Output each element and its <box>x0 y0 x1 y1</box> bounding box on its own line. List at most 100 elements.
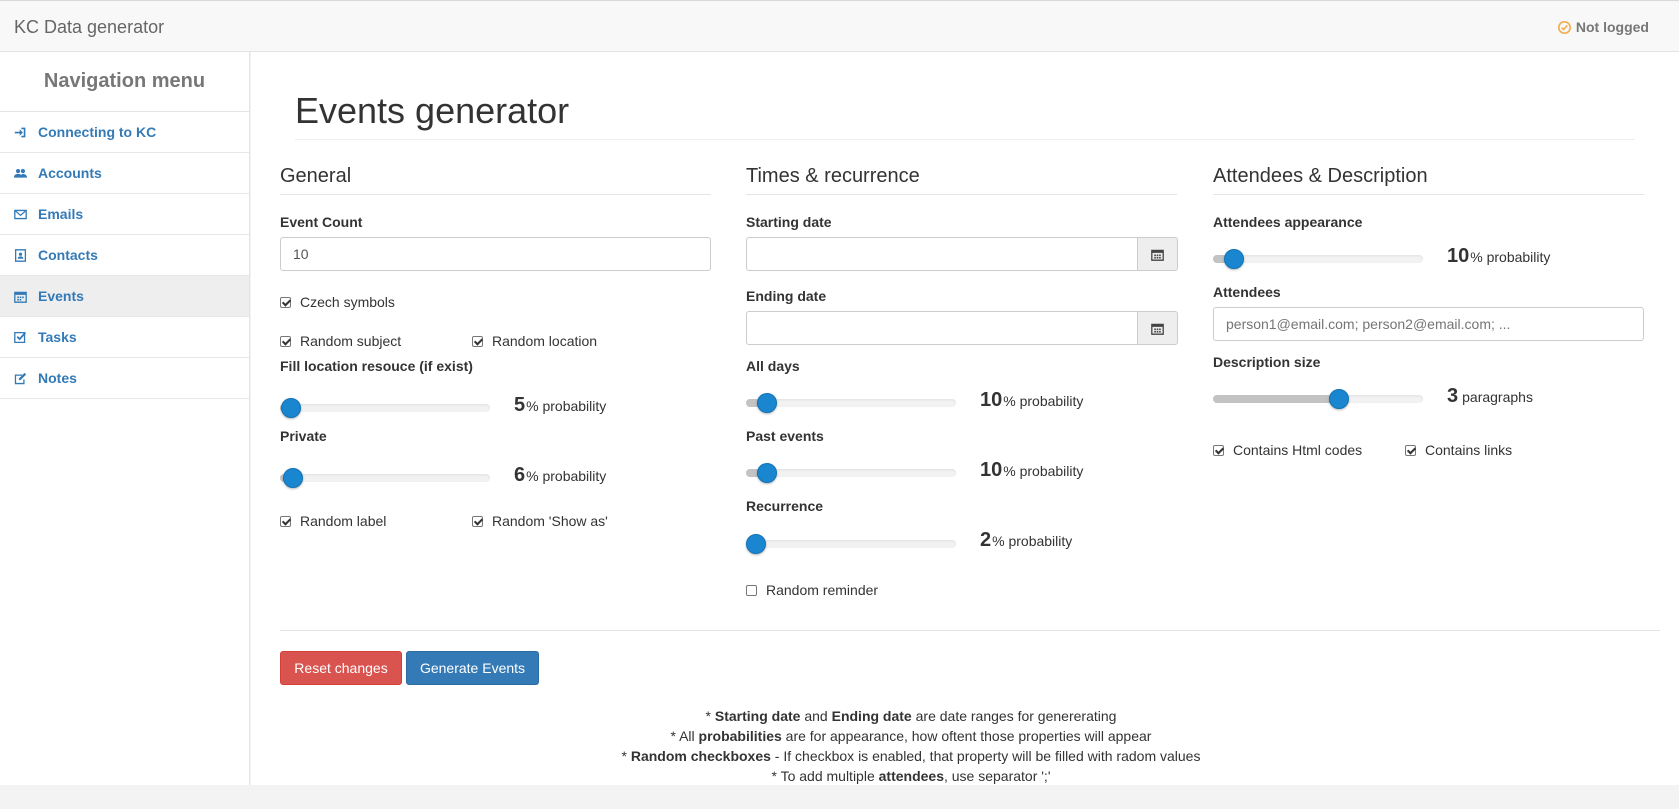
calendar-icon <box>1151 249 1164 261</box>
value-unit: % probability <box>1003 463 1084 479</box>
checkbox-label: Czech symbols <box>300 294 395 310</box>
sidebar-item-connecting[interactable]: Connecting to KC <box>0 112 249 153</box>
general-section: General <box>280 165 711 214</box>
random-subject-checkbox[interactable]: Random subject <box>280 333 401 349</box>
all-days-slider[interactable] <box>746 393 956 413</box>
checkbox-box[interactable] <box>746 584 757 596</box>
checkbox-box[interactable] <box>280 335 291 347</box>
attendees-appearance-slider[interactable] <box>1213 249 1423 269</box>
recurrence-value: 2% probability <box>980 529 1072 552</box>
checkbox-box[interactable] <box>280 515 291 527</box>
checkbox-box[interactable] <box>472 335 483 347</box>
fill-location-value: 5% probability <box>514 394 606 417</box>
slider-handle[interactable] <box>280 398 301 418</box>
reset-changes-button[interactable]: Reset changes <box>280 651 402 685</box>
calendar-icon <box>1151 323 1164 335</box>
description-size-value: 3 paragraphs <box>1447 385 1533 408</box>
sidebar-item-events[interactable]: Events <box>0 276 249 317</box>
checkbox-box[interactable] <box>472 515 483 527</box>
actions-divider <box>280 630 1660 631</box>
description-size-slider[interactable] <box>1213 389 1423 409</box>
slider-handle[interactable] <box>1224 249 1244 269</box>
sidebar-title: Navigation menu <box>0 52 249 112</box>
event-count-input[interactable] <box>280 237 711 271</box>
sidebar-item-notes[interactable]: Notes <box>0 358 249 399</box>
note-line: * Random checkboxes - If checkbox is ena… <box>621 748 1201 764</box>
starting-date-input[interactable] <box>746 237 1138 271</box>
check-circle-icon <box>1557 20 1571 34</box>
contains-links-checkbox[interactable]: Contains links <box>1405 442 1512 458</box>
random-reminder-checkbox[interactable]: Random reminder <box>746 582 878 598</box>
czech-symbols-checkbox[interactable]: Czech symbols <box>280 294 395 310</box>
starting-date-picker-button[interactable] <box>1138 237 1178 271</box>
main-content: Events generator General Event Count Cze… <box>251 52 1679 785</box>
times-heading: Times & recurrence <box>746 165 1177 195</box>
value-unit: % probability <box>526 468 607 484</box>
note-line: * To add multiple attendees, use separat… <box>771 768 1051 784</box>
checkbox-label: Random reminder <box>766 582 879 598</box>
past-events-slider[interactable] <box>746 463 956 483</box>
private-value: 6% probability <box>514 464 606 487</box>
check-square-icon <box>14 331 27 343</box>
all-days-label: All days <box>746 358 800 374</box>
top-navbar: KC Data generator Not logged <box>0 0 1679 52</box>
sidebar-item-contacts[interactable]: Contacts <box>0 235 249 276</box>
app-brand[interactable]: KC Data generator <box>14 17 164 38</box>
slider-handle[interactable] <box>757 393 777 413</box>
note-line: * All probabilities are for appearance, … <box>670 728 1152 744</box>
checkbox-box[interactable] <box>1213 444 1224 456</box>
recurrence-slider[interactable] <box>746 534 956 554</box>
attendees-input[interactable] <box>1213 307 1644 341</box>
value-number: 6 <box>514 464 526 486</box>
ending-date-input[interactable] <box>746 311 1138 345</box>
sidebar-item-label: Emails <box>38 206 84 222</box>
sidebar-item-label: Notes <box>38 370 77 386</box>
attendees-heading: Attendees & Description <box>1213 165 1644 195</box>
fill-location-label: Fill location resouce (if exist) <box>280 358 473 374</box>
login-status: Not logged <box>1557 19 1649 35</box>
random-show-as-checkbox[interactable]: Random 'Show as' <box>472 513 608 529</box>
value-unit: % probability <box>526 398 607 414</box>
starting-date-label: Starting date <box>746 214 832 230</box>
sidebar-item-tasks[interactable]: Tasks <box>0 317 249 358</box>
slider-handle[interactable] <box>1329 389 1349 409</box>
calendar-icon <box>14 291 27 303</box>
random-location-checkbox[interactable]: Random location <box>472 333 597 349</box>
past-events-value: 10% probability <box>980 459 1083 482</box>
generate-events-button[interactable]: Generate Events <box>406 651 539 685</box>
sidebar-item-accounts[interactable]: Accounts <box>0 153 249 194</box>
random-label-checkbox[interactable]: Random label <box>280 513 386 529</box>
value-unit: % probability <box>1003 393 1084 409</box>
value-number: 5 <box>514 394 526 416</box>
general-heading: General <box>280 165 711 195</box>
checkbox-box[interactable] <box>1405 444 1416 456</box>
checkbox-label: Contains Html codes <box>1233 442 1363 458</box>
sidebar: Navigation menu Connecting to KC Account… <box>0 52 250 785</box>
contains-html-checkbox[interactable]: Contains Html codes <box>1213 442 1362 458</box>
attendees-appearance-label: Attendees appearance <box>1213 214 1363 230</box>
sidebar-item-label: Contacts <box>38 247 98 263</box>
all-days-value: 10% probability <box>980 389 1083 412</box>
login-status-text: Not logged <box>1575 19 1649 35</box>
description-size-label: Description size <box>1213 354 1321 370</box>
fill-location-slider[interactable] <box>280 398 490 418</box>
slider-handle[interactable] <box>746 534 766 554</box>
contact-card-icon <box>14 248 27 262</box>
ending-date-picker-button[interactable] <box>1138 311 1178 345</box>
times-section: Times & recurrence <box>746 165 1177 214</box>
recurrence-label: Recurrence <box>746 498 824 514</box>
page-title: Events generator <box>295 90 570 131</box>
slider-handle[interactable] <box>282 468 303 488</box>
sidebar-item-label: Events <box>38 288 84 304</box>
note-line: * Starting date and Ending date are date… <box>705 708 1117 724</box>
private-slider[interactable] <box>280 468 490 488</box>
checkbox-box[interactable] <box>280 296 291 308</box>
value-unit: % probability <box>992 533 1073 549</box>
sidebar-item-emails[interactable]: Emails <box>0 194 249 235</box>
sidebar-item-label: Tasks <box>38 329 77 345</box>
slider-handle[interactable] <box>757 463 777 483</box>
private-label: Private <box>280 428 327 444</box>
value-number: 10 <box>980 389 1003 411</box>
checkbox-label: Random label <box>300 513 387 529</box>
edit-icon <box>14 372 27 384</box>
